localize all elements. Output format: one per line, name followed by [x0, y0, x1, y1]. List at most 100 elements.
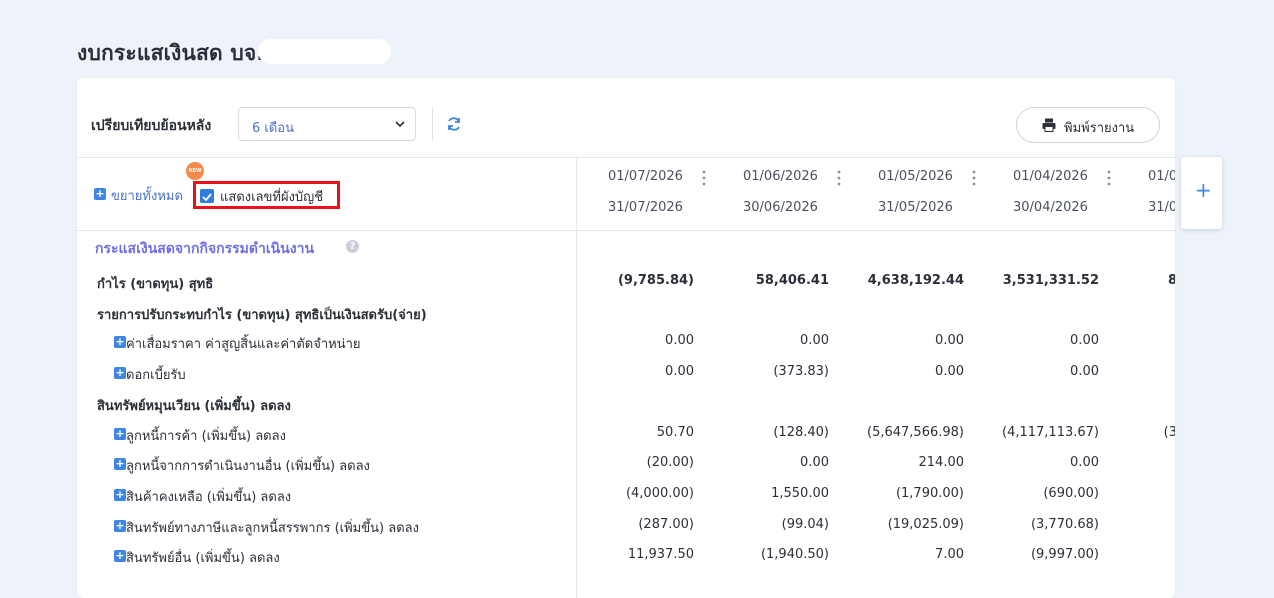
table-cell: 1,550.00 — [771, 486, 829, 501]
table-cell: 7.00 — [935, 547, 964, 562]
table-cell: (20.00) — [646, 455, 694, 470]
refresh-icon[interactable] — [446, 116, 462, 132]
table-cell: 8 — [1167, 273, 1175, 288]
column-header: 01/06/2026 30/06/2026 — [743, 169, 871, 219]
row-label-text: รายการปรับกระทบกำไร (ขาดทุน) สุทธิเป็นเง… — [97, 308, 427, 323]
table-cell: (1,790.00) — [895, 486, 964, 501]
table-cell: (3 — [1163, 425, 1175, 440]
column-header: 01/07/2026 31/07/2026 — [608, 169, 736, 219]
report-card: เปรียบเทียบย้อนหลัง 6 เดือน พิมพ์รายงาน … — [77, 78, 1175, 598]
table-cell: 214.00 — [918, 455, 965, 470]
row-label[interactable]: + ค่าเสื่อมราคา ค่าสูญสิ้นและค่าตัดจำหน่า… — [114, 333, 361, 354]
new-badge: NEW — [186, 162, 204, 180]
table-cell: 58,406.41 — [755, 273, 829, 288]
expand-all-label: ขยายทั้งหมด — [111, 189, 183, 204]
print-report-button[interactable]: พิมพ์รายงาน — [1016, 107, 1160, 143]
row-label[interactable]: + สินทรัพย์ทางภาษีและลูกหนี้สรรพากร (เพิ่… — [114, 517, 419, 538]
checkbox-checked-icon — [200, 189, 214, 203]
table-cell: 3,531,331.52 — [1002, 273, 1099, 288]
row-label[interactable]: + ดอกเบี้ยรับ — [114, 364, 186, 385]
header-divider-bottom — [77, 230, 1175, 231]
table-cell: 0.00 — [1070, 333, 1099, 348]
row-label-text: สินทรัพย์ทางภาษีและลูกหนี้สรรพากร (เพิ่ม… — [126, 521, 419, 536]
table-cell: (287.00) — [638, 517, 694, 532]
table-cell: 0.00 — [665, 333, 694, 348]
column-end-date: 31/05/2026 — [878, 200, 953, 215]
table-cell: 0.00 — [665, 364, 694, 379]
column-start-date: 01/0 — [1148, 169, 1175, 184]
period-select[interactable]: 6 เดือน — [238, 107, 416, 141]
column-start-date: 01/05/2026 — [878, 169, 953, 184]
table-cell: (128.40) — [773, 425, 829, 440]
column-header: 01/0 31/0 — [1148, 169, 1175, 219]
expand-row-icon[interactable]: + — [114, 428, 126, 440]
more-options-icon[interactable] — [702, 170, 706, 186]
table-cell: (690.00) — [1043, 486, 1099, 501]
help-icon[interactable]: ? — [346, 240, 359, 253]
page-title: งบกระแสเงินสด บจ. — [77, 41, 265, 65]
table-cell: (5,647,566.98) — [867, 425, 964, 440]
title-redaction — [258, 39, 391, 64]
print-label: พิมพ์รายงาน — [1064, 121, 1135, 136]
more-options-icon[interactable] — [837, 170, 841, 186]
table-cell: (9,785.84) — [617, 273, 694, 288]
show-account-numbers-checkbox[interactable]: แสดงเลขที่ผังบัญชี — [193, 181, 340, 209]
row-label[interactable]: + สินทรัพย์อื่น (เพิ่มขึ้น) ลดลง — [114, 547, 280, 568]
show-account-numbers-label: แสดงเลขที่ผังบัญชี — [220, 190, 324, 205]
column-header: 01/05/2026 31/05/2026 — [878, 169, 1006, 219]
header-divider-top — [77, 157, 1175, 158]
toolbar-divider — [432, 107, 433, 141]
compare-label: เปรียบเทียบย้อนหลัง — [91, 118, 212, 134]
row-label-text: ลูกหนี้จากการดำเนินงานอื่น (เพิ่มขึ้น) ล… — [126, 459, 370, 474]
expand-row-icon[interactable]: + — [114, 367, 126, 379]
row-label: รายการปรับกระทบกำไร (ขาดทุน) สุทธิเป็นเง… — [97, 304, 427, 325]
expand-row-icon[interactable]: + — [114, 550, 126, 562]
row-label[interactable]: + ลูกหนี้จากการดำเนินงานอื่น (เพิ่มขึ้น) … — [114, 455, 370, 476]
plus-square-icon: + — [94, 187, 106, 200]
table-cell: 50.70 — [656, 425, 694, 440]
row-label-text: สินทรัพย์หมุนเวียน (เพิ่มขึ้น) ลดลง — [97, 399, 291, 414]
expand-row-icon[interactable]: + — [114, 489, 126, 501]
table-cell: 0.00 — [800, 333, 829, 348]
period-value: 6 เดือน — [252, 121, 294, 136]
column-start-date: 01/06/2026 — [743, 169, 818, 184]
table-cell: (19,025.09) — [887, 517, 964, 532]
row-label-text: สินทรัพย์อื่น (เพิ่มขึ้น) ลดลง — [126, 551, 280, 566]
more-options-icon[interactable] — [1107, 170, 1111, 186]
row-label: กำไร (ขาดทุน) สุทธิ — [97, 273, 213, 294]
plus-icon: + — [1195, 178, 1212, 202]
chevron-down-icon — [395, 121, 405, 128]
expand-row-icon[interactable]: + — [114, 520, 126, 532]
table-cell: (9,997.00) — [1030, 547, 1099, 562]
table-cell: 0.00 — [1070, 364, 1099, 379]
more-options-icon[interactable] — [972, 170, 976, 186]
row-label-text: ดอกเบี้ยรับ — [126, 368, 186, 383]
column-end-date: 30/04/2026 — [1013, 200, 1088, 215]
row-label-text: ค่าเสื่อมราคา ค่าสูญสิ้นและค่าตัดจำหน่าย — [126, 337, 361, 352]
label-column-divider — [576, 157, 577, 598]
column-header: 01/04/2026 30/04/2026 — [1013, 169, 1141, 219]
table-cell: 0.00 — [800, 455, 829, 470]
table-cell: 0.00 — [935, 333, 964, 348]
table-cell: 0.00 — [1070, 455, 1099, 470]
table-cell: (4,000.00) — [625, 486, 694, 501]
table-cell: 4,638,192.44 — [867, 273, 964, 288]
table-cell: (99.04) — [781, 517, 829, 532]
add-column-button[interactable]: + — [1181, 157, 1222, 229]
expand-row-icon[interactable]: + — [114, 458, 126, 470]
row-label-text: ลูกหนี้การค้า (เพิ่มขึ้น) ลดลง — [126, 429, 286, 444]
column-end-date: 31/07/2026 — [608, 200, 683, 215]
row-label[interactable]: + สินค้าคงเหลือ (เพิ่มขึ้น) ลดลง — [114, 486, 291, 507]
column-start-date: 01/07/2026 — [608, 169, 683, 184]
table-cell: (4,117,113.67) — [1002, 425, 1099, 440]
table-cell: (3,770.68) — [1030, 517, 1099, 532]
row-label[interactable]: + ลูกหนี้การค้า (เพิ่มขึ้น) ลดลง — [114, 425, 286, 446]
row-label-text: สินค้าคงเหลือ (เพิ่มขึ้น) ลดลง — [126, 490, 292, 505]
row-label: สินทรัพย์หมุนเวียน (เพิ่มขึ้น) ลดลง — [97, 395, 291, 416]
expand-row-icon[interactable]: + — [114, 336, 126, 348]
column-end-date: 31/0 — [1148, 200, 1175, 215]
section-title: กระแสเงินสดจากกิจกรรมดำเนินงาน — [95, 241, 315, 257]
table-cell: 0.00 — [935, 364, 964, 379]
printer-icon — [1042, 118, 1056, 132]
column-end-date: 30/06/2026 — [743, 200, 818, 215]
